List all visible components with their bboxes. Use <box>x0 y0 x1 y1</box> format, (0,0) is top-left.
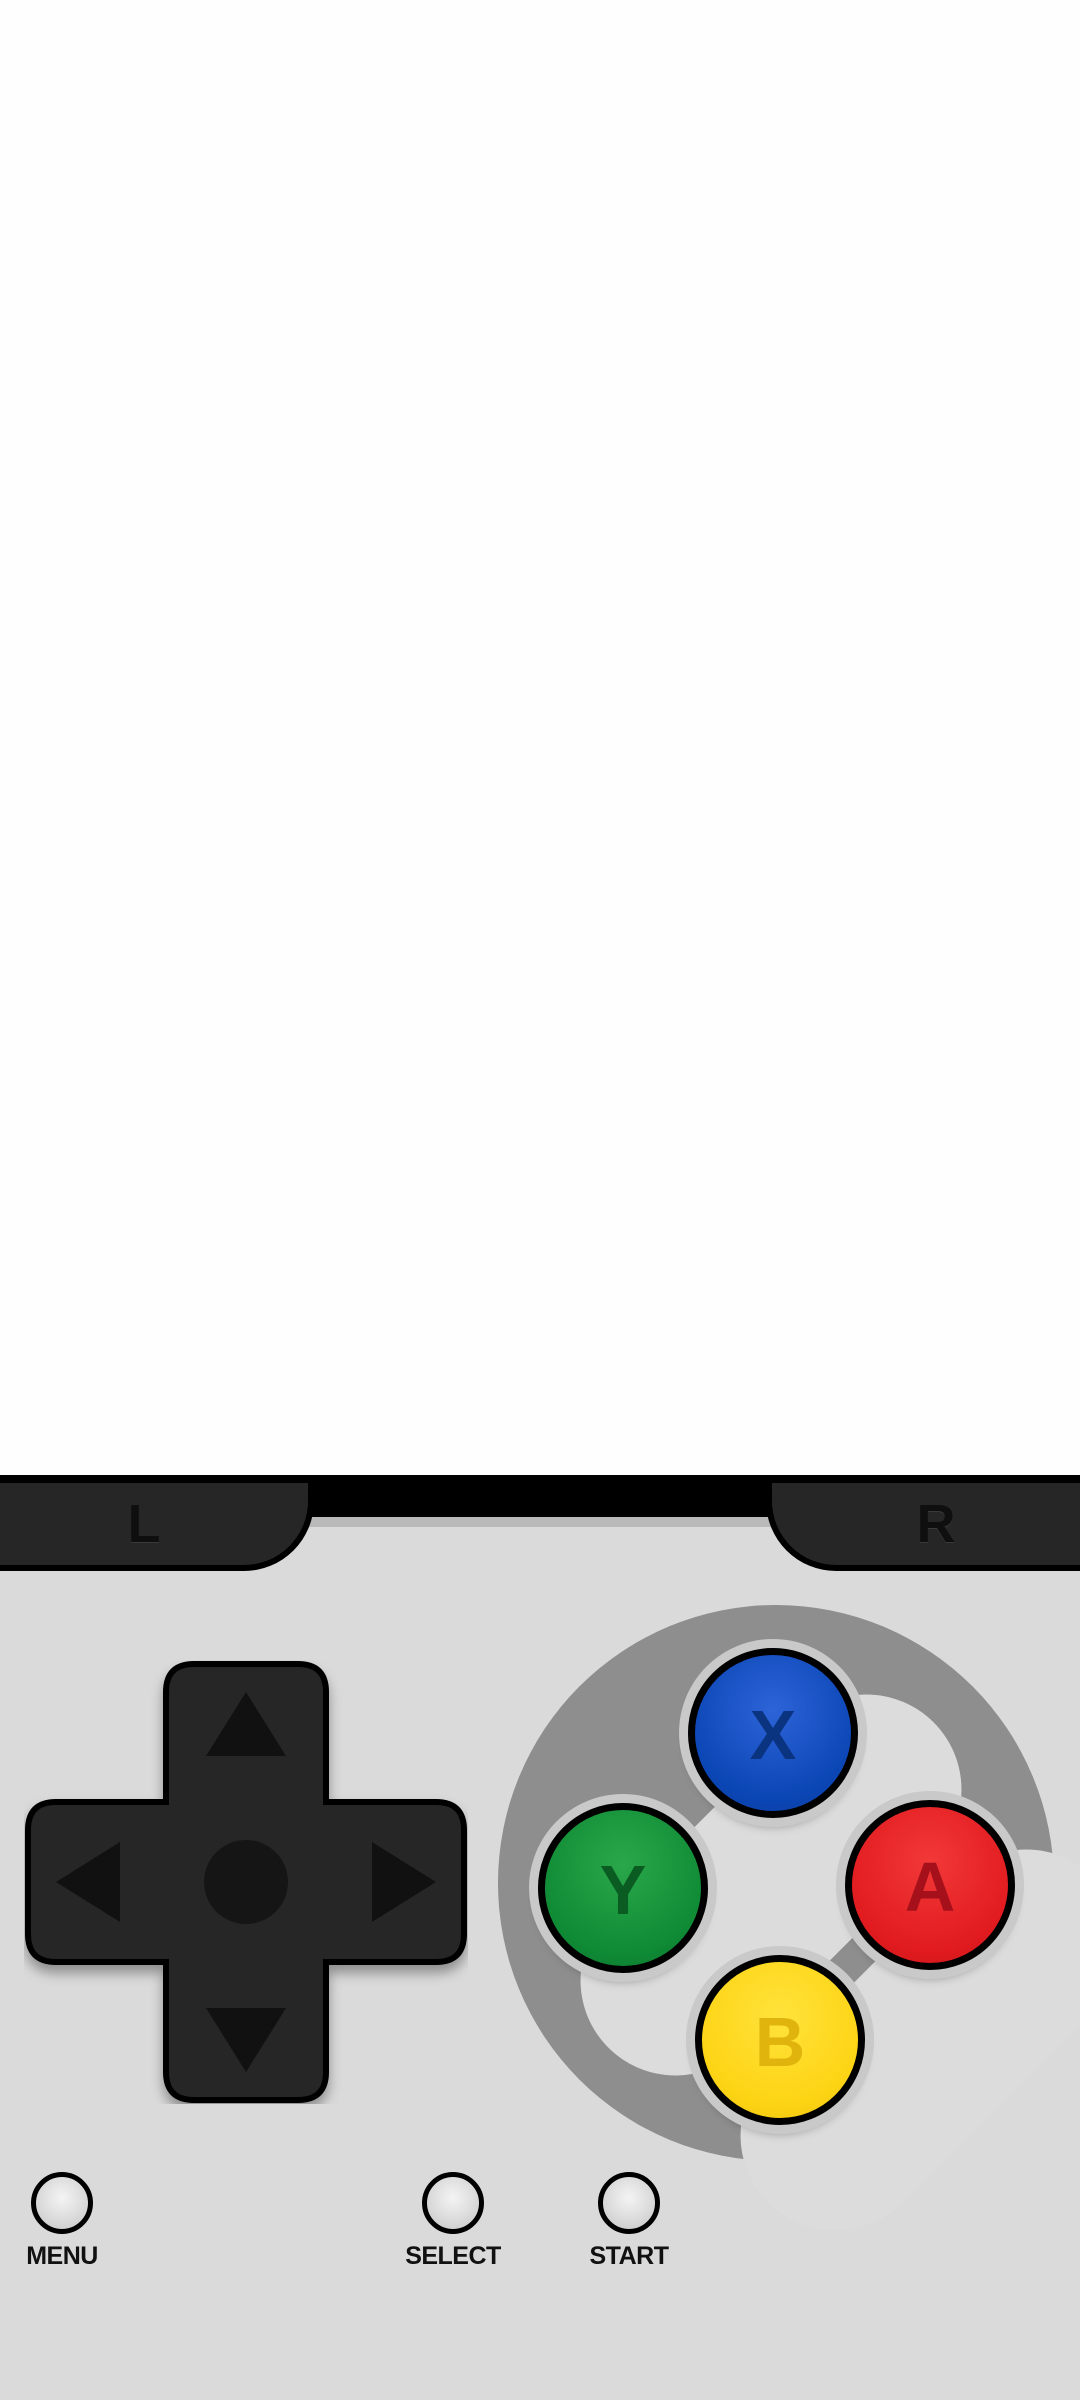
controller-panel: L R X Y A B MENU SELECT START <box>0 1475 1080 2400</box>
y-button-label: Y <box>599 1851 647 1929</box>
r-shoulder-button[interactable]: R <box>766 1483 1080 1571</box>
dpad-up-button[interactable] <box>166 1660 326 1802</box>
a-button[interactable]: A <box>845 1800 1015 1970</box>
dpad-center <box>202 1838 290 1926</box>
l-shoulder-button[interactable]: L <box>0 1483 314 1571</box>
dpad-left-button[interactable] <box>24 1802 166 1962</box>
b-button[interactable]: B <box>695 1955 865 2125</box>
y-button[interactable]: Y <box>538 1803 708 1973</box>
start-button[interactable] <box>598 2172 660 2234</box>
b-button-label: B <box>754 2003 806 2081</box>
a-button-label: A <box>904 1848 956 1926</box>
r-shoulder-label: R <box>916 1494 956 1554</box>
shoulder-gap <box>300 1517 780 1527</box>
dpad-right-button[interactable] <box>326 1802 468 1962</box>
l-shoulder-label: L <box>127 1494 161 1554</box>
menu-label: MENU <box>26 2242 98 2270</box>
dpad-down-button[interactable] <box>166 1962 326 2104</box>
dpad[interactable] <box>24 1660 468 2104</box>
x-button-label: X <box>749 1696 797 1774</box>
select-button[interactable] <box>422 2172 484 2234</box>
select-label: SELECT <box>405 2242 501 2270</box>
x-button[interactable]: X <box>688 1648 858 1818</box>
game-screen <box>0 0 1080 1475</box>
start-label: START <box>589 2242 669 2270</box>
menu-button[interactable] <box>31 2172 93 2234</box>
